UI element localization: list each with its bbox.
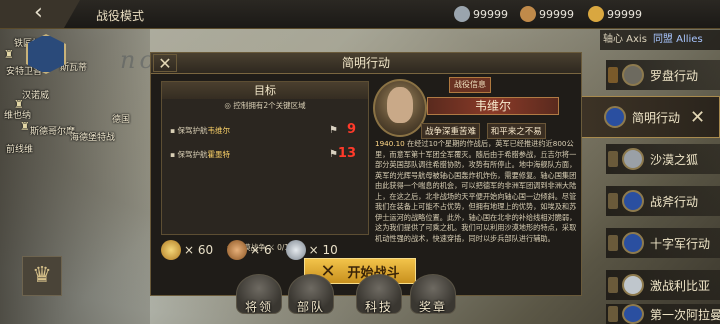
medal-silver-icon bbox=[285, 240, 306, 260]
story-body: 在经过10个星期的作战后，英军已经推进约近800公里，而意军第十军团全军覆灭。随… bbox=[375, 139, 577, 243]
objective-value: 9 bbox=[346, 122, 356, 137]
operation-name: 十字军行动 bbox=[650, 236, 711, 251]
objectives-panel: 目标 ◎ 控制拥有2个关键区域 ▪ 保驾护航韦维尔 ⚑ 9 ▪ 保驾护航霍墨特 … bbox=[161, 81, 369, 252]
objective-value: 13 bbox=[337, 146, 356, 161]
flag-icon bbox=[622, 64, 644, 86]
page-title: 战役模式 bbox=[96, 9, 145, 23]
rank-icon bbox=[608, 151, 618, 167]
objective-place: 霍墨特 bbox=[207, 150, 230, 159]
map-label[interactable]: 海德堡特战 bbox=[70, 130, 115, 143]
nav-generals[interactable]: 将领 bbox=[236, 274, 282, 320]
rank-icon bbox=[608, 306, 618, 322]
operation-name: 简明行动 bbox=[632, 110, 681, 125]
objective-row: ▪ 保驾护航韦维尔 ⚑ 9 bbox=[170, 122, 356, 137]
nav-label: 科技 bbox=[364, 300, 393, 314]
close-button[interactable]: ✕ bbox=[153, 54, 177, 73]
operation-name: 战斧行动 bbox=[650, 194, 699, 209]
flag-icon bbox=[622, 274, 644, 296]
back-arrow-icon: ‹ bbox=[34, 0, 43, 25]
operation-item[interactable]: 十字军行动 bbox=[606, 228, 720, 258]
trait-badge: 战争深重苦难 bbox=[421, 123, 481, 139]
operation-name: 沙漠之狐 bbox=[650, 152, 699, 167]
operation-name: 罗盘行动 bbox=[650, 68, 699, 83]
flag-uk-icon bbox=[622, 304, 644, 324]
general-traits: 战争深重苦难 和平来之不易 bbox=[421, 123, 581, 139]
trophy-button[interactable]: ♛ bbox=[22, 256, 62, 296]
resource-value: 99999 bbox=[473, 7, 508, 21]
reward-item: × 6 bbox=[227, 240, 272, 260]
operation-item[interactable]: 战斧行动 bbox=[606, 186, 720, 216]
map-unit-icon[interactable]: ♜ bbox=[14, 98, 28, 111]
operation-item[interactable]: 罗盘行动 bbox=[606, 60, 720, 90]
nav-label: 部队 bbox=[296, 300, 325, 314]
objective-place: 韦维尔 bbox=[207, 126, 230, 135]
tab-allies[interactable]: 同盟 Allies bbox=[650, 30, 706, 50]
story-date: 1940.10 bbox=[375, 139, 405, 148]
medal-gold-icon bbox=[588, 6, 604, 22]
battle-info-button[interactable]: 战役信息 bbox=[449, 77, 491, 93]
dialog-title: 简明行动 bbox=[341, 56, 390, 70]
tab-axis[interactable]: 轴心 Axis bbox=[600, 30, 650, 50]
reward-item: × 10 bbox=[285, 240, 338, 260]
operation-item[interactable]: 激战利比亚 bbox=[606, 270, 720, 300]
close-icon[interactable]: ✕ bbox=[690, 107, 705, 128]
map-unit-icon[interactable]: ♜ bbox=[4, 48, 18, 61]
map-unit-icon[interactable]: ♜ bbox=[20, 120, 34, 133]
map-label[interactable]: 斯德哥尔摩 bbox=[30, 124, 75, 137]
rank-icon bbox=[608, 235, 618, 251]
objective-prefix: 保驾护航 bbox=[177, 126, 208, 135]
resource-value: 99999 bbox=[607, 7, 642, 21]
medal-bronze-icon bbox=[520, 6, 536, 22]
medal-bronze-icon bbox=[227, 240, 248, 260]
objective-prefix: 保驾护航 bbox=[177, 150, 208, 159]
trophy-icon: ♛ bbox=[32, 263, 52, 288]
operation-item[interactable]: 第一次阿拉曼 bbox=[606, 304, 720, 324]
reward-value: × 6 bbox=[250, 243, 272, 257]
rank-icon bbox=[608, 67, 618, 83]
rank-icon bbox=[608, 193, 618, 209]
flag-uk-icon bbox=[604, 106, 626, 128]
nav-tech[interactable]: 科技 bbox=[356, 274, 402, 320]
flag-icon bbox=[622, 148, 644, 170]
nav-medals[interactable]: 奖章 bbox=[410, 274, 456, 320]
objectives-heading: 目标 bbox=[162, 82, 368, 99]
dialog-header: 简明行动 ✕ bbox=[151, 53, 581, 74]
objective-row: ▪ 保驾护航霍墨特 ⚑ 13 bbox=[170, 146, 356, 161]
map-label[interactable]: 德国 bbox=[112, 112, 130, 125]
medal-gold-icon bbox=[161, 240, 181, 260]
general-name: 韦维尔 bbox=[427, 97, 559, 115]
resource-silver: 99999 bbox=[454, 5, 508, 23]
reward-value: × 60 bbox=[184, 243, 214, 257]
resource-gold: 99999 bbox=[588, 5, 642, 23]
flag-uk-icon bbox=[622, 232, 644, 254]
resource-bronze: 99999 bbox=[520, 5, 574, 23]
general-face bbox=[387, 87, 413, 123]
close-icon: ✕ bbox=[158, 54, 172, 73]
nav-label: 奖章 bbox=[418, 300, 447, 314]
top-bar: ‹ 战役模式 99999 99999 99999 bbox=[0, 0, 720, 29]
flag-marker-icon: ⚑ bbox=[329, 125, 338, 136]
reward-value: × 10 bbox=[308, 243, 338, 257]
nav-troops[interactable]: 部队 bbox=[288, 274, 334, 320]
operation-item[interactable]: 沙漠之狐 bbox=[606, 144, 720, 174]
back-button[interactable]: ‹ bbox=[0, 0, 80, 28]
rank-icon bbox=[608, 277, 618, 293]
map-label[interactable]: 前线维 bbox=[6, 142, 33, 155]
flag-marker-icon: ⚑ bbox=[329, 149, 338, 160]
trait-badge: 和平来之不易 bbox=[486, 123, 546, 139]
faction-tabs: 轴心 Axis 同盟 Allies bbox=[600, 30, 720, 50]
objectives-description: ◎ 控制拥有2个关键区域 bbox=[224, 101, 306, 110]
objectives-desc-text: 控制拥有2个关键区域 bbox=[233, 101, 306, 110]
nav-label: 将领 bbox=[244, 300, 273, 314]
operation-name: 第一次阿拉曼 bbox=[650, 307, 720, 322]
resource-value: 99999 bbox=[539, 7, 574, 21]
operation-name: 激战利比亚 bbox=[650, 278, 711, 293]
operation-item-active[interactable]: 简明行动 ✕ bbox=[600, 102, 714, 132]
medal-silver-icon bbox=[454, 6, 470, 22]
flag-uk-icon bbox=[622, 190, 644, 212]
reward-item: × 60 bbox=[161, 240, 213, 260]
